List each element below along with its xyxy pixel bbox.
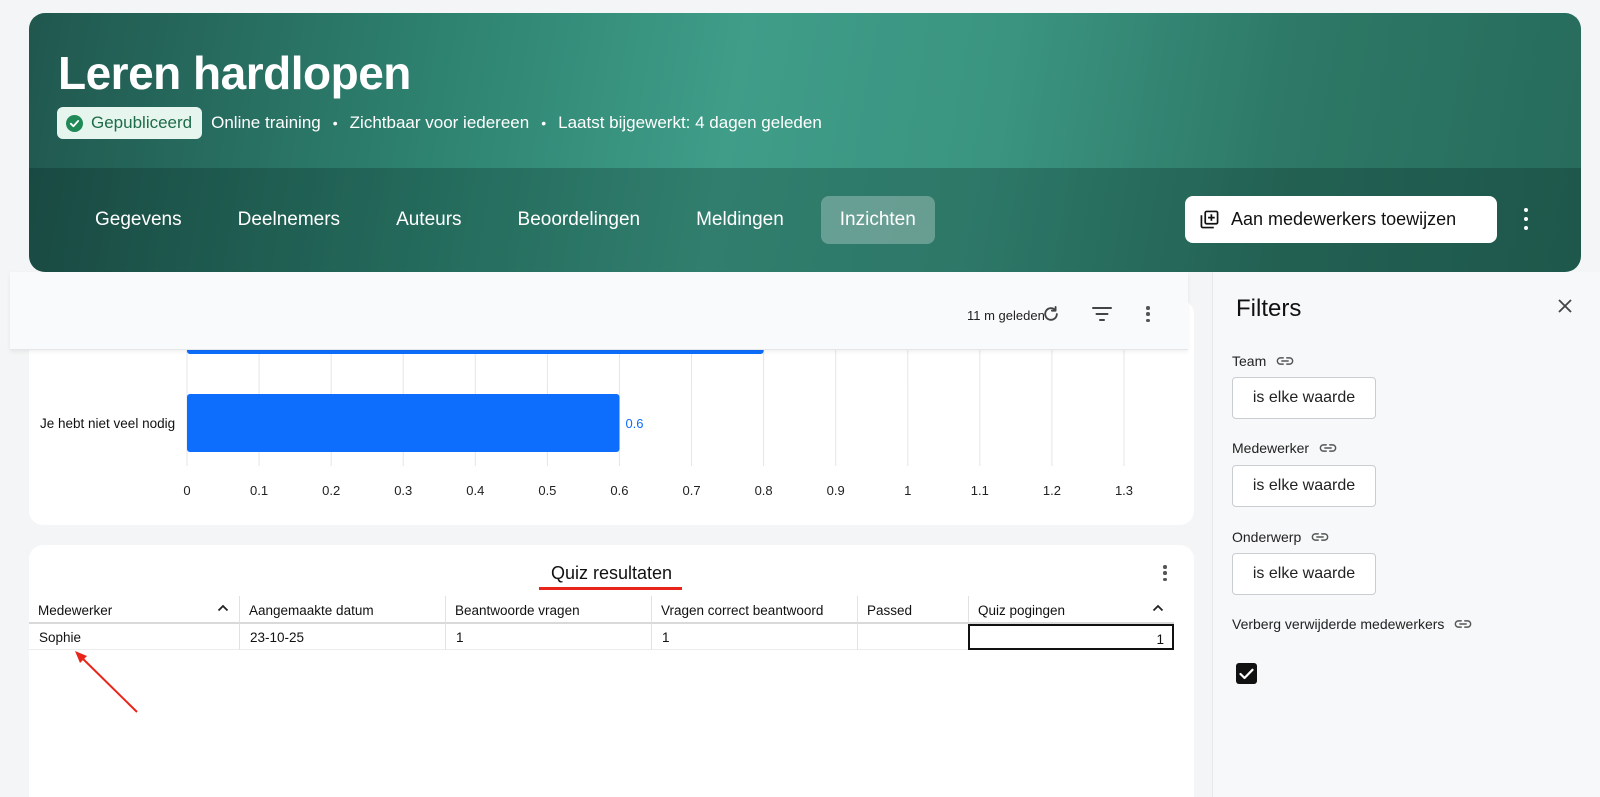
course-header: Leren hardlopen Gepubliceerd Online trai… xyxy=(29,13,1581,272)
assign-button[interactable]: Aan medewerkers toewijzen xyxy=(1185,196,1497,243)
cell-medewerker[interactable]: Sophie xyxy=(29,624,239,650)
column-header-pogingen[interactable]: Quiz pogingen xyxy=(968,596,1174,624)
cell-pogingen[interactable]: 1 xyxy=(968,624,1174,650)
dashboard-toolbar: 11 m geleden xyxy=(10,272,1188,350)
filters-panel: Filters Team is elke waarde Medewerker i… xyxy=(1212,272,1600,797)
column-header-correct[interactable]: Vragen correct beantwoord xyxy=(651,596,857,624)
meta-visibility: Zichtbaar voor iedereen xyxy=(349,113,530,132)
x-tick-label: 0.8 xyxy=(755,483,773,498)
column-label: Quiz pogingen xyxy=(978,603,1066,618)
x-tick-label: 1.2 xyxy=(1043,483,1061,498)
filter-icon[interactable] xyxy=(1090,302,1114,326)
add-to-library-icon xyxy=(1200,210,1219,229)
data-label: 0.6 xyxy=(625,416,643,431)
filters-title: Filters xyxy=(1236,295,1302,322)
x-tick-label: 0.9 xyxy=(827,483,845,498)
assign-button-label: Aan medewerkers toewijzen xyxy=(1231,209,1457,229)
x-tick-label: 0.6 xyxy=(610,483,628,498)
check-circle-icon xyxy=(66,114,83,132)
refresh-icon[interactable] xyxy=(1039,302,1063,326)
bar[interactable] xyxy=(187,394,620,452)
separator-dot: • xyxy=(332,115,338,131)
status-label: Gepubliceerd xyxy=(91,113,193,132)
course-meta: Gepubliceerd Online training • Zichtbaar… xyxy=(57,107,822,139)
column-header-passed[interactable]: Passed xyxy=(857,596,968,624)
tab-inzichten[interactable]: Inzichten xyxy=(820,196,935,244)
tab-deelnemers[interactable]: Deelnemers xyxy=(219,196,359,244)
filter-label-hide-deleted: Verberg verwijderde medewerkers xyxy=(1232,616,1472,632)
cell-passed[interactable] xyxy=(857,624,968,650)
category-label: Je hebt niet veel nodig xyxy=(40,416,175,431)
quiz-more-options-icon[interactable] xyxy=(1163,565,1167,581)
hide-deleted-checkbox[interactable] xyxy=(1236,663,1257,684)
quiz-title: Quiz resultaten xyxy=(550,563,673,583)
x-tick-label: 0.5 xyxy=(538,483,556,498)
x-tick-label: 0.7 xyxy=(682,483,700,498)
page-title: Leren hardlopen xyxy=(58,47,411,99)
meta-type: Online training xyxy=(211,113,321,132)
link-icon[interactable] xyxy=(1276,356,1294,366)
quiz-table: Medewerker Aangemaakte datum Beantwoorde… xyxy=(29,596,1194,650)
cell-beantwoorde[interactable]: 1 xyxy=(445,624,651,650)
tab-beoordelingen[interactable]: Beoordelingen xyxy=(499,196,660,244)
link-icon[interactable] xyxy=(1454,619,1472,629)
annotation-underline xyxy=(539,587,682,590)
tab-gegevens[interactable]: Gegevens xyxy=(76,196,201,244)
tab-auteurs[interactable]: Auteurs xyxy=(377,196,480,244)
filter-label-text: Medewerker xyxy=(1232,440,1310,456)
filter-label-text: Verberg verwijderde medewerkers xyxy=(1232,616,1445,632)
filter-label-team: Team xyxy=(1232,353,1294,369)
filter-label-text: Team xyxy=(1232,353,1267,369)
column-header-datum[interactable]: Aangemaakte datum xyxy=(239,596,445,624)
chevron-up-icon[interactable] xyxy=(217,604,229,612)
table-header: Medewerker Aangemaakte datum Beantwoorde… xyxy=(29,596,1194,624)
filter-team-button[interactable]: is elke waarde xyxy=(1232,377,1376,419)
column-label: Medewerker xyxy=(38,603,113,618)
filter-label-text: Onderwerp xyxy=(1232,529,1302,545)
filter-onderwerp-button[interactable]: is elke waarde xyxy=(1232,553,1376,595)
filter-label-medewerker: Medewerker xyxy=(1232,440,1337,456)
table-row[interactable]: Sophie 23-10-25 1 1 1 xyxy=(29,624,1194,650)
column-header-medewerker[interactable]: Medewerker xyxy=(29,596,239,624)
status-badge: Gepubliceerd xyxy=(57,107,203,139)
x-tick-label: 0.2 xyxy=(322,483,340,498)
more-options-icon[interactable] xyxy=(1136,302,1160,326)
filter-label-onderwerp: Onderwerp xyxy=(1232,529,1329,545)
close-icon[interactable] xyxy=(1555,296,1575,316)
x-tick-label: 0.1 xyxy=(250,483,268,498)
refresh-time: 11 m geleden xyxy=(967,308,1045,323)
link-icon[interactable] xyxy=(1311,532,1329,542)
tab-meldingen[interactable]: Meldingen xyxy=(677,196,803,244)
x-tick-label: 1.1 xyxy=(971,483,989,498)
annotation-arrow xyxy=(75,651,138,713)
x-tick-label: 1 xyxy=(904,483,911,498)
separator-dot: • xyxy=(541,115,547,131)
chevron-up-icon[interactable] xyxy=(1152,604,1164,612)
checkmark-icon xyxy=(1239,668,1254,679)
meta-updated: Laatst bijgewerkt: 4 dagen geleden xyxy=(558,113,822,132)
cell-correct[interactable]: 1 xyxy=(651,624,857,650)
cell-datum[interactable]: 23-10-25 xyxy=(239,624,445,650)
more-options-icon[interactable] xyxy=(1518,208,1534,230)
x-tick-label: 0.4 xyxy=(466,483,484,498)
link-icon[interactable] xyxy=(1319,443,1337,453)
filter-medewerker-button[interactable]: is elke waarde xyxy=(1232,465,1376,507)
x-tick-label: 0 xyxy=(183,483,190,498)
quiz-results-card: Quiz resultaten Medewerker Aangemaakte d… xyxy=(29,545,1194,797)
column-header-beantwoorde[interactable]: Beantwoorde vragen xyxy=(445,596,651,624)
tab-bar: Gegevens Deelnemers Auteurs Beoordelinge… xyxy=(29,168,1581,272)
x-tick-label: 0.3 xyxy=(394,483,412,498)
x-tick-label: 1.3 xyxy=(1115,483,1133,498)
